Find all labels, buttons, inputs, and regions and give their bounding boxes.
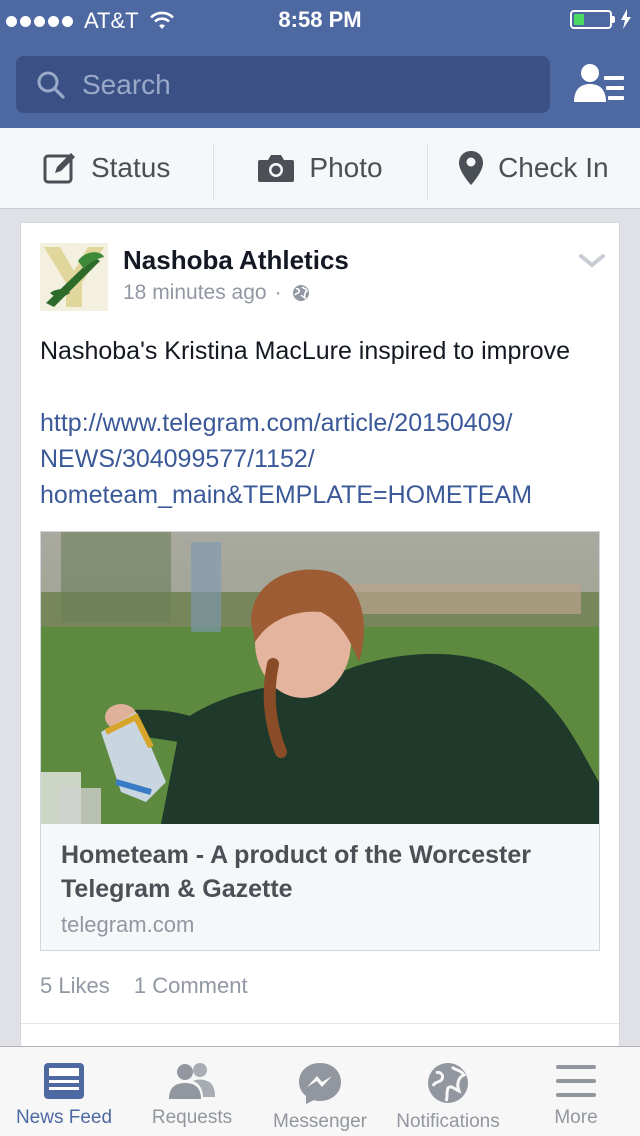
meta-separator: ·: [274, 281, 282, 304]
news-feed-icon: [44, 1063, 84, 1099]
comments-count[interactable]: 1 Comment: [134, 973, 248, 998]
globe-icon: [428, 1063, 468, 1103]
tab-more[interactable]: More: [512, 1047, 640, 1136]
camera-icon: [258, 155, 295, 182]
link-preview-domain: telegram.com: [61, 912, 195, 937]
page-name-link[interactable]: Nashoba Athletics: [123, 245, 349, 276]
search-bar[interactable]: [16, 56, 550, 113]
clock: 8:58 PM: [278, 7, 362, 32]
charging-bolt-icon: [621, 9, 631, 29]
menu-icon: [556, 1065, 596, 1097]
status-bar: AT&T 8:58 PM: [0, 0, 640, 40]
post-meta: 18 minutes ago ·: [123, 281, 310, 305]
search-input[interactable]: [80, 67, 504, 102]
feed-story: Nashoba Athletics 18 minutes ago · Nasho…: [20, 222, 620, 1062]
tab-bar: News Feed Requests Messenger Notificatio…: [0, 1046, 640, 1136]
tab-label: Notifications: [396, 1111, 500, 1132]
friend-requests-icon: [169, 1063, 215, 1099]
messenger-icon: [299, 1063, 341, 1104]
tab-label: More: [554, 1107, 598, 1128]
post-url-line: NEWS/304099577/1152/: [40, 445, 315, 473]
check-in-button[interactable]: Check In: [426, 128, 640, 208]
battery-icon: [570, 10, 615, 29]
post-url-link[interactable]: http://www.telegram.com/article/20150409…: [40, 405, 605, 513]
tab-news-feed[interactable]: News Feed: [0, 1047, 128, 1136]
likes-count[interactable]: 5 Likes: [40, 973, 110, 998]
search-icon: [37, 71, 65, 99]
composer-bar: Status Photo Check In: [0, 128, 640, 209]
card-divider: [21, 1023, 619, 1024]
nashoba-logo-icon: [40, 243, 108, 311]
photo-button[interactable]: Photo: [213, 128, 426, 208]
post-url-line: http://www.telegram.com/article/20150409…: [40, 409, 513, 437]
post-message: Nashoba's Kristina MacLure inspired to i…: [40, 337, 571, 365]
tab-label: News Feed: [15, 1107, 113, 1128]
status-label: Status: [90, 152, 171, 183]
contacts-icon: [574, 64, 624, 102]
engagement-counts: 5 Likes 1 Comment: [40, 973, 266, 999]
post-url-line: hometeam_main&TEMPLATE=HOMETEAM: [40, 481, 533, 509]
link-preview-title: Hometeam - A product of the Worcester Te…: [61, 841, 531, 903]
tab-notifications[interactable]: Notifications: [384, 1047, 512, 1136]
post-timestamp[interactable]: 18 minutes ago: [123, 281, 267, 305]
link-preview-photo: [41, 532, 599, 824]
page-avatar[interactable]: [40, 243, 108, 311]
check-in-label: Check In: [498, 152, 609, 183]
location-pin-icon: [459, 151, 484, 185]
tab-label: Requests: [151, 1107, 233, 1128]
tab-requests[interactable]: Requests: [128, 1047, 256, 1136]
photo-label: Photo: [309, 152, 383, 183]
top-bar: AT&T 8:58 PM: [0, 0, 640, 128]
public-globe-icon: [292, 285, 309, 301]
link-preview[interactable]: Hometeam - A product of the Worcester Te…: [40, 531, 600, 951]
athlete-stretching-photo: [41, 532, 599, 824]
chevron-down-icon[interactable]: [579, 253, 605, 269]
status-button[interactable]: Status: [0, 128, 213, 208]
friends-list-button[interactable]: [572, 58, 628, 110]
tab-label: Messenger: [273, 1111, 367, 1132]
tab-messenger[interactable]: Messenger: [256, 1047, 384, 1136]
edit-status-icon: [43, 153, 75, 184]
